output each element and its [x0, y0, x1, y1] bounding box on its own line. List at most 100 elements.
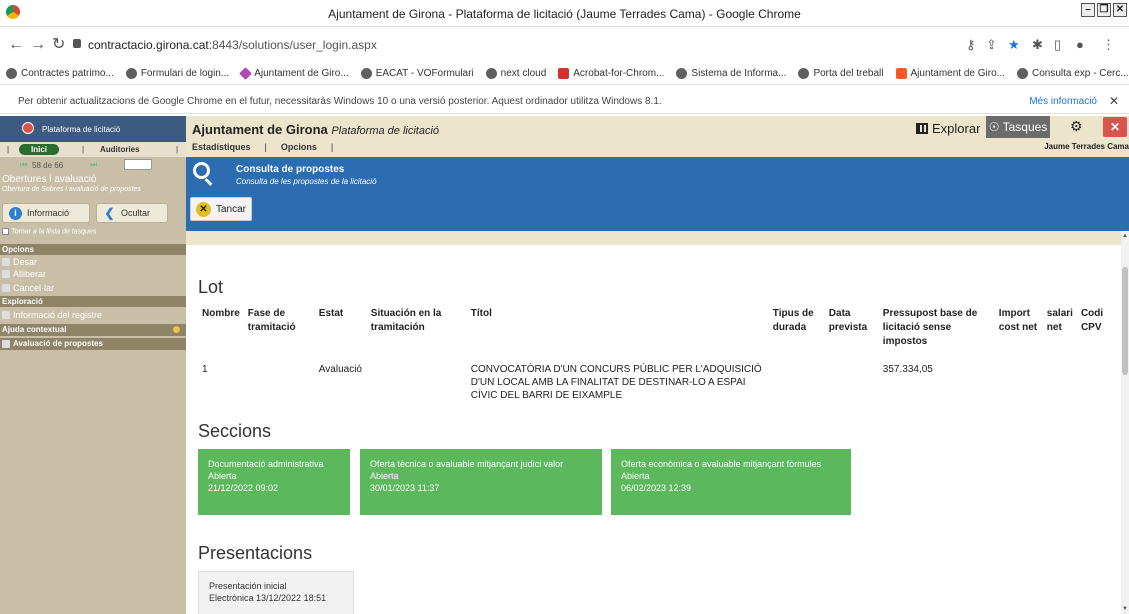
bookmark-item[interactable]: Ajuntament de Giro...: [895, 68, 1005, 79]
bookmark-item[interactable]: next cloud: [485, 68, 546, 79]
exploracio-header: Exploració: [0, 296, 186, 307]
card-status: Abierta: [621, 471, 650, 481]
table-row[interactable]: 1 Avaluació CONVOCATÒRIA D'UN CONCURS PÚ…: [198, 357, 1111, 402]
cell-titol: CONVOCATÒRIA D'UN CONCURS PÚBLIC PER L'A…: [470, 364, 762, 401]
tancar-button[interactable]: ✕ Tancar: [190, 197, 253, 221]
globe-icon: [798, 68, 810, 79]
address-bar-row: ← → ↻ contractacio.girona.cat:8443/solut…: [0, 27, 1129, 63]
vertical-scrollbar[interactable]: ▲ ▼: [1121, 231, 1129, 614]
option-alliberar[interactable]: Alliberar: [0, 268, 186, 280]
globe-icon: [485, 68, 497, 79]
pager-label: 58 de 66: [32, 161, 64, 170]
bookmark-item[interactable]: Acrobat-for-Chrom...: [558, 68, 664, 79]
cell-tipus: [769, 357, 825, 402]
forward-arrow-icon[interactable]: →: [30, 37, 46, 53]
bookmark-item[interactable]: Porta del treball: [798, 68, 884, 79]
seccions-heading: Seccions: [198, 421, 272, 441]
key-icon[interactable]: ⚷: [966, 37, 976, 53]
window-title: Ajuntament de Girona - Plataforma de lic…: [328, 7, 801, 21]
infobar-close-icon[interactable]: ✕: [1109, 94, 1119, 108]
next-page-icon[interactable]: ⏭: [90, 160, 97, 170]
acrobat-icon: [558, 68, 570, 79]
url-field[interactable]: contractacio.girona.cat:8443/solutions/u…: [88, 38, 377, 52]
tasques-button[interactable]: ☉ Tasques: [986, 116, 1050, 138]
grid-icon: [916, 123, 928, 134]
close-window-button[interactable]: ✕: [1113, 3, 1127, 17]
scroll-up-icon[interactable]: ▲: [1122, 233, 1128, 239]
menu-estadistiques[interactable]: Estadístiques: [192, 142, 251, 152]
col-salari: salari net: [1046, 308, 1073, 333]
lock-icon: [73, 39, 81, 48]
scroll-down-icon[interactable]: ▼: [1122, 606, 1128, 612]
app-title: Ajuntament de Girona Plataforma de licit…: [192, 122, 440, 137]
left-panel: Plataforma de licitació | Inici | Audito…: [0, 116, 186, 614]
explorar-button[interactable]: Explorar: [916, 121, 980, 136]
col-fase: Fase de tramitació: [247, 308, 296, 333]
bookmark-item[interactable]: Ajuntament de Giro...: [239, 67, 349, 80]
option-desar[interactable]: Desar: [0, 256, 186, 268]
cell-salari: [1043, 357, 1077, 402]
section-card[interactable]: Documentació administrativa Abierta 21/1…: [198, 449, 350, 515]
bookmark-item[interactable]: EACAT - VOFormulari: [360, 68, 474, 79]
back-to-tasks-link[interactable]: Tornar a la llista de tasques: [0, 228, 186, 235]
bookmark-item[interactable]: Contractes patrimo...: [6, 68, 114, 79]
more-info-link[interactable]: Més informació: [1029, 96, 1097, 107]
col-estat: Estat: [318, 308, 344, 319]
explore-registre[interactable]: Informació del registre: [0, 309, 186, 321]
col-titol: Títol: [470, 308, 492, 319]
cell-data: [825, 357, 879, 402]
close-app-button[interactable]: ✕: [1103, 117, 1127, 137]
page-subtitle: Consulta de les propostes de la licitaci…: [236, 177, 377, 186]
section-card[interactable]: Oferta tècnica o avaluable mitjançant ju…: [360, 449, 602, 515]
tab-auditories[interactable]: Auditories: [100, 145, 140, 154]
profile-icon[interactable]: ●: [1076, 37, 1084, 52]
globe-icon: [125, 68, 137, 79]
section-card[interactable]: Oferta econòmica o avaluable mitjançant …: [611, 449, 851, 515]
hide-button[interactable]: ❮ Ocultar: [96, 203, 168, 223]
window-controls: – ❐ ✕: [1081, 3, 1127, 17]
presentation-title: Presentación inicial: [209, 581, 287, 591]
presentation-card[interactable]: Presentación inicial Electrònica 13/12/2…: [198, 571, 354, 614]
bookmark-item[interactable]: Sistema de Informa...: [676, 68, 786, 79]
gear-icon[interactable]: ⚙: [1070, 118, 1083, 135]
consulta-header: Consulta de propostes Consulta de les pr…: [186, 157, 1129, 231]
star-icon[interactable]: ★: [1008, 37, 1020, 53]
back-arrow-icon[interactable]: ←: [8, 37, 24, 53]
extensions-icon[interactable]: ✱: [1032, 37, 1043, 53]
first-page-icon[interactable]: ⏮: [20, 160, 27, 170]
bookmark-item[interactable]: Consulta exp - Cerc...: [1017, 68, 1129, 79]
task-subtitle: Obertura de Sobres i avaluació de propos…: [2, 186, 141, 193]
users-icon: ☉: [988, 120, 1000, 134]
restore-button[interactable]: ❐: [1097, 3, 1111, 17]
globe-icon: [6, 68, 17, 79]
orange-icon: [895, 68, 907, 79]
info-button[interactable]: i Informació: [2, 203, 90, 223]
col-nombre: Nombre: [202, 308, 240, 319]
reload-icon[interactable]: ↻: [52, 37, 65, 53]
col-situacion: Situación en la tramitación: [370, 308, 442, 333]
app-bar: Ajuntament de Girona Plataforma de licit…: [186, 116, 1129, 157]
page-input[interactable]: [124, 159, 152, 170]
option-cancelar[interactable]: Cancel·lar: [0, 282, 186, 294]
bookmark-item[interactable]: Formulari de login...: [125, 68, 229, 79]
cell-fase: [244, 357, 315, 402]
header-strip: [186, 231, 1121, 245]
card-date: 30/01/2023 11:37: [370, 483, 440, 493]
side-panel-icon[interactable]: ▯: [1054, 37, 1061, 53]
menu-opcions[interactable]: Opcions: [281, 142, 317, 152]
scroll-thumb[interactable]: [1122, 267, 1128, 375]
close-icon: ✕: [196, 201, 211, 217]
help-dot-icon: [173, 326, 180, 333]
tab-inici[interactable]: Inici: [19, 144, 60, 155]
share-icon[interactable]: ⇪: [986, 37, 997, 53]
user-name: Jaume Terrades Cama: [1044, 142, 1129, 151]
help-avaluacio[interactable]: Avaluació de propostes: [0, 338, 186, 350]
save-icon: [2, 258, 10, 266]
card-date: 21/12/2022 09:02: [208, 483, 279, 493]
opcions-header: Opcions: [0, 244, 186, 255]
menu-icon[interactable]: ⋮: [1102, 37, 1115, 53]
ajuda-header: Ajuda contextual: [0, 324, 186, 336]
platform-logo-icon: [22, 122, 34, 134]
platform-header: Plataforma de licitació: [0, 116, 186, 142]
minimize-button[interactable]: –: [1081, 3, 1095, 17]
